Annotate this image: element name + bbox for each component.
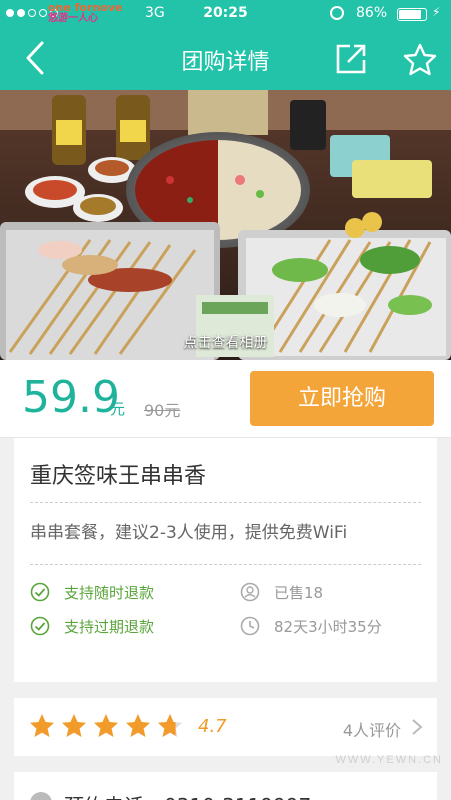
feature-time-remaining: 82天3小时35分	[240, 616, 420, 638]
buy-now-button[interactable]: 立即抢购	[250, 371, 434, 426]
rotation-lock-icon	[330, 6, 344, 20]
share-icon	[336, 44, 366, 74]
status-bar: one fornove 悠游一人心 3G 20:25 86% ⚡	[0, 0, 451, 28]
nav-bar: 团购详情	[0, 28, 451, 90]
star-filled-icon	[126, 714, 150, 737]
star-filled-icon	[62, 714, 86, 737]
review-count: 4人评价	[342, 721, 401, 740]
star-filled-icon	[30, 714, 54, 737]
rating-score: 4.7	[198, 716, 227, 737]
feature-refund-expired: 支持过期退款	[30, 616, 230, 638]
price-bar: 59.9 元 90元 立即抢购	[0, 360, 451, 438]
hotpot-photo	[0, 90, 451, 360]
feature-label: 支持随时退款	[64, 584, 155, 602]
deal-info-card: 重庆签味王串串香 串串套餐，建议2-3人使用，提供免费WiFi 支持随时退款 已…	[14, 438, 437, 682]
deal-title: 重庆签味王串串香	[30, 464, 207, 489]
current-price: 59.9	[22, 372, 120, 423]
page-title: 团购详情	[181, 50, 270, 75]
rating-row[interactable]: 4.7 4人评价	[14, 698, 437, 756]
check-circle-icon	[30, 582, 50, 602]
watermark: WWW.YEWN.CN	[335, 754, 443, 766]
time-remaining: 82天3小时35分	[274, 618, 382, 636]
chevron-right-icon	[412, 719, 423, 735]
feature-refund-anytime: 支持随时退款	[30, 582, 230, 604]
feature-sold-count: 已售18	[240, 582, 420, 604]
charging-icon: ⚡	[432, 5, 441, 19]
battery-icon	[397, 8, 427, 21]
check-circle-icon	[30, 616, 50, 636]
share-button[interactable]	[334, 42, 368, 76]
battery-percent: 86%	[356, 5, 388, 21]
divider	[30, 564, 421, 565]
star-partial-icon	[158, 714, 182, 737]
view-album-caption[interactable]: 点击查看相册	[0, 332, 451, 352]
divider	[30, 502, 421, 503]
sold-count: 已售18	[274, 584, 324, 602]
hero-photo[interactable]: 点击查看相册	[0, 90, 451, 360]
star-filled-icon	[94, 714, 118, 737]
price-unit: 元	[110, 400, 126, 418]
original-price: 90元	[144, 401, 181, 420]
deal-description: 串串套餐，建议2-3人使用，提供免费WiFi	[30, 523, 348, 543]
favorite-button[interactable]	[402, 42, 438, 78]
rating-stars	[28, 712, 184, 740]
phone-label: 预约电话：0310-3119997	[64, 790, 311, 800]
user-icon	[240, 582, 260, 602]
feature-label: 支持过期退款	[64, 618, 155, 636]
phone-row[interactable]: 预约电话：0310-3119997	[14, 772, 437, 800]
star-outline-icon	[403, 43, 437, 76]
clock-icon	[240, 616, 260, 636]
phone-icon	[30, 792, 52, 800]
